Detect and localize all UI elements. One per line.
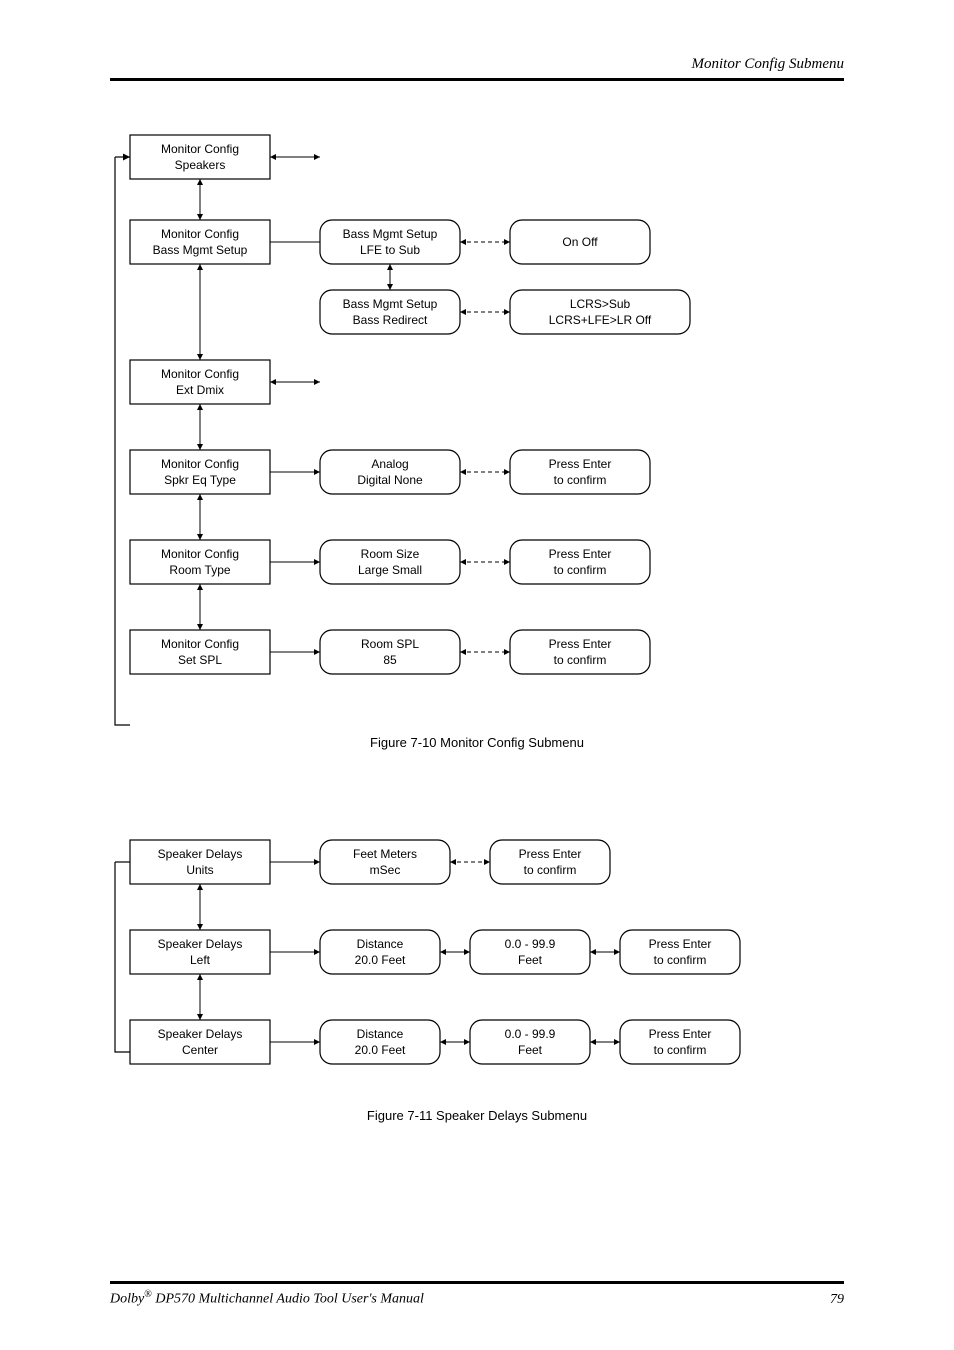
svg-text:Ext Dmix: Ext Dmix bbox=[176, 383, 224, 397]
svg-text:to confirm: to confirm bbox=[654, 953, 707, 967]
speaker-delays-diagram: Speaker Delays Units Feet Meters mSec Pr… bbox=[110, 830, 850, 1110]
svg-text:Press Enter: Press Enter bbox=[549, 457, 612, 471]
svg-text:to confirm: to confirm bbox=[554, 563, 607, 577]
svg-text:Room SPL: Room SPL bbox=[361, 637, 419, 651]
svg-text:Room Type: Room Type bbox=[169, 563, 230, 577]
svg-text:Spkr Eq Type: Spkr Eq Type bbox=[164, 473, 236, 487]
svg-text:Monitor Config: Monitor Config bbox=[161, 547, 239, 561]
svg-text:Center: Center bbox=[182, 1043, 218, 1057]
svg-text:Press Enter: Press Enter bbox=[549, 547, 612, 561]
svg-text:Press Enter: Press Enter bbox=[649, 1027, 712, 1041]
footer-left: Dolby® DP570 Multichannel Audio Tool Use… bbox=[110, 1289, 424, 1308]
footer-rule bbox=[110, 1281, 844, 1284]
svg-text:85: 85 bbox=[383, 653, 397, 667]
svg-text:Distance: Distance bbox=[357, 1027, 404, 1041]
svg-text:to confirm: to confirm bbox=[554, 473, 607, 487]
svg-text:Bass Mgmt Setup: Bass Mgmt Setup bbox=[153, 243, 248, 257]
svg-text:Feet: Feet bbox=[518, 953, 543, 967]
svg-text:Monitor Config: Monitor Config bbox=[161, 367, 239, 381]
svg-text:to confirm: to confirm bbox=[524, 863, 577, 877]
svg-text:On Off: On Off bbox=[562, 235, 598, 249]
svg-text:Large Small: Large Small bbox=[358, 563, 422, 577]
svg-text:Room Size: Room Size bbox=[361, 547, 420, 561]
svg-text:Analog: Analog bbox=[371, 457, 408, 471]
figure-7-11-caption: Figure 7-11 Speaker Delays Submenu bbox=[0, 1108, 954, 1123]
svg-text:0.0 - 99.9: 0.0 - 99.9 bbox=[505, 937, 556, 951]
svg-text:Units: Units bbox=[186, 863, 213, 877]
svg-text:Speaker Delays: Speaker Delays bbox=[158, 847, 243, 861]
svg-text:Monitor Config: Monitor Config bbox=[161, 227, 239, 241]
svg-text:to confirm: to confirm bbox=[654, 1043, 707, 1057]
svg-text:Monitor Config: Monitor Config bbox=[161, 142, 239, 156]
svg-text:LCRS>Sub: LCRS>Sub bbox=[570, 297, 631, 311]
svg-text:Speaker Delays: Speaker Delays bbox=[158, 1027, 243, 1041]
svg-text:to confirm: to confirm bbox=[554, 653, 607, 667]
svg-text:LCRS+LFE>LR Off: LCRS+LFE>LR Off bbox=[549, 313, 652, 327]
svg-text:Bass Mgmt Setup: Bass Mgmt Setup bbox=[343, 227, 438, 241]
header-rule bbox=[110, 78, 844, 81]
svg-text:20.0 Feet: 20.0 Feet bbox=[355, 1043, 406, 1057]
svg-text:Press Enter: Press Enter bbox=[649, 937, 712, 951]
page-number: 79 bbox=[830, 1292, 844, 1308]
svg-text:Feet: Feet bbox=[518, 1043, 543, 1057]
svg-text:Bass Mgmt Setup: Bass Mgmt Setup bbox=[343, 297, 438, 311]
svg-text:LFE to Sub: LFE to Sub bbox=[360, 243, 420, 257]
svg-text:Left: Left bbox=[190, 953, 211, 967]
svg-text:Bass Redirect: Bass Redirect bbox=[353, 313, 428, 327]
svg-text:Speaker Delays: Speaker Delays bbox=[158, 937, 243, 951]
svg-text:Set SPL: Set SPL bbox=[178, 653, 222, 667]
svg-text:Press Enter: Press Enter bbox=[519, 847, 582, 861]
svg-text:Press Enter: Press Enter bbox=[549, 637, 612, 651]
svg-text:20.0 Feet: 20.0 Feet bbox=[355, 953, 406, 967]
monitor-config-diagram: Monitor Config Speakers Monitor Config B… bbox=[110, 125, 850, 815]
page-header: Monitor Config Submenu bbox=[692, 56, 845, 73]
svg-text:Distance: Distance bbox=[357, 937, 404, 951]
figure-7-10-caption: Figure 7-10 Monitor Config Submenu bbox=[0, 735, 954, 750]
svg-text:mSec: mSec bbox=[370, 863, 401, 877]
svg-text:Speakers: Speakers bbox=[175, 158, 226, 172]
svg-text:Monitor Config: Monitor Config bbox=[161, 637, 239, 651]
svg-text:Feet Meters: Feet Meters bbox=[353, 847, 417, 861]
svg-text:Monitor Config: Monitor Config bbox=[161, 457, 239, 471]
svg-text:0.0 - 99.9: 0.0 - 99.9 bbox=[505, 1027, 556, 1041]
svg-text:Digital None: Digital None bbox=[357, 473, 423, 487]
